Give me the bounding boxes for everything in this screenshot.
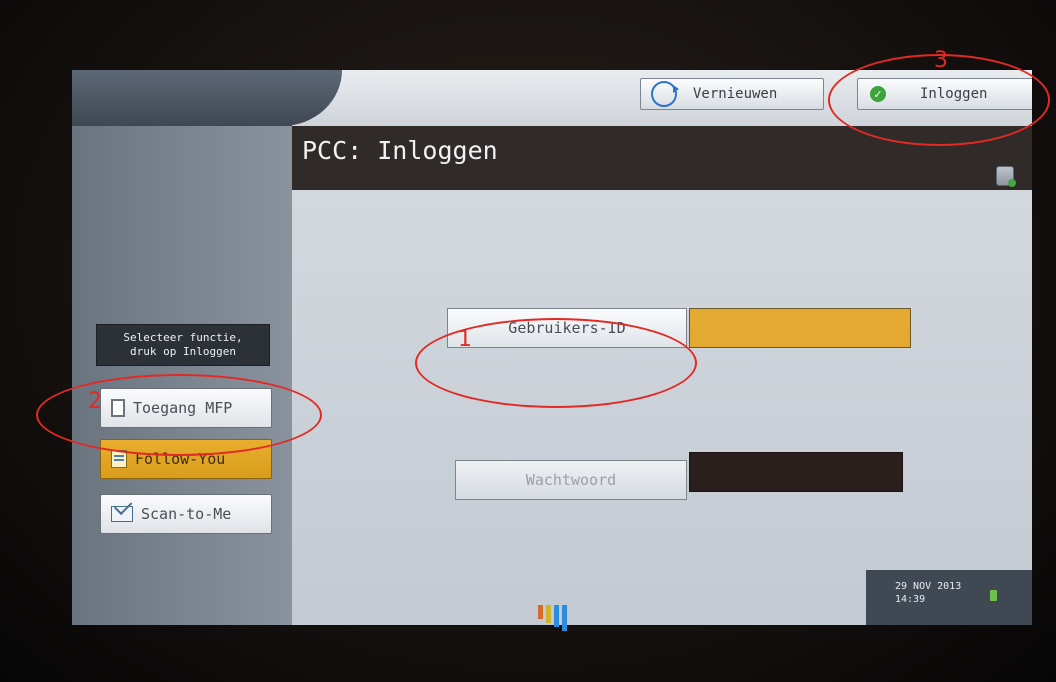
- bezel-led-indicator: [538, 605, 567, 631]
- annotation-number-3: 3: [934, 48, 948, 73]
- refresh-icon: [651, 81, 679, 107]
- login-panel: Gebruikers-ID Wachtwoord: [292, 190, 1032, 625]
- user-id-field[interactable]: [689, 308, 911, 348]
- sidebar-hint: Selecteer functie, druk op Inloggen: [96, 324, 270, 366]
- top-bar-curve: [222, 70, 342, 126]
- date-text: 29 NOV 2013: [895, 581, 962, 592]
- mail-icon: [111, 506, 133, 522]
- password-button[interactable]: Wachtwoord: [455, 460, 687, 500]
- annotation-number-1: 1: [458, 327, 472, 352]
- page-title: PCC: Inloggen: [302, 136, 498, 165]
- database-icon: [996, 166, 1016, 187]
- annotation-number-2: 2: [88, 389, 102, 414]
- sidebar-item-label: Scan-to-Me: [141, 505, 232, 523]
- password-field[interactable]: [689, 452, 903, 492]
- annotation-ellipse-2: [36, 374, 322, 456]
- sidebar-item-scan-to-me[interactable]: Scan-to-Me: [100, 494, 272, 534]
- datetime: 29 NOV 2013 14:39: [895, 580, 961, 606]
- time-text: 14:39: [895, 594, 926, 605]
- refresh-button-label: Vernieuwen: [693, 86, 778, 102]
- status-led-icon: [990, 590, 997, 601]
- refresh-button[interactable]: Vernieuwen: [640, 78, 824, 110]
